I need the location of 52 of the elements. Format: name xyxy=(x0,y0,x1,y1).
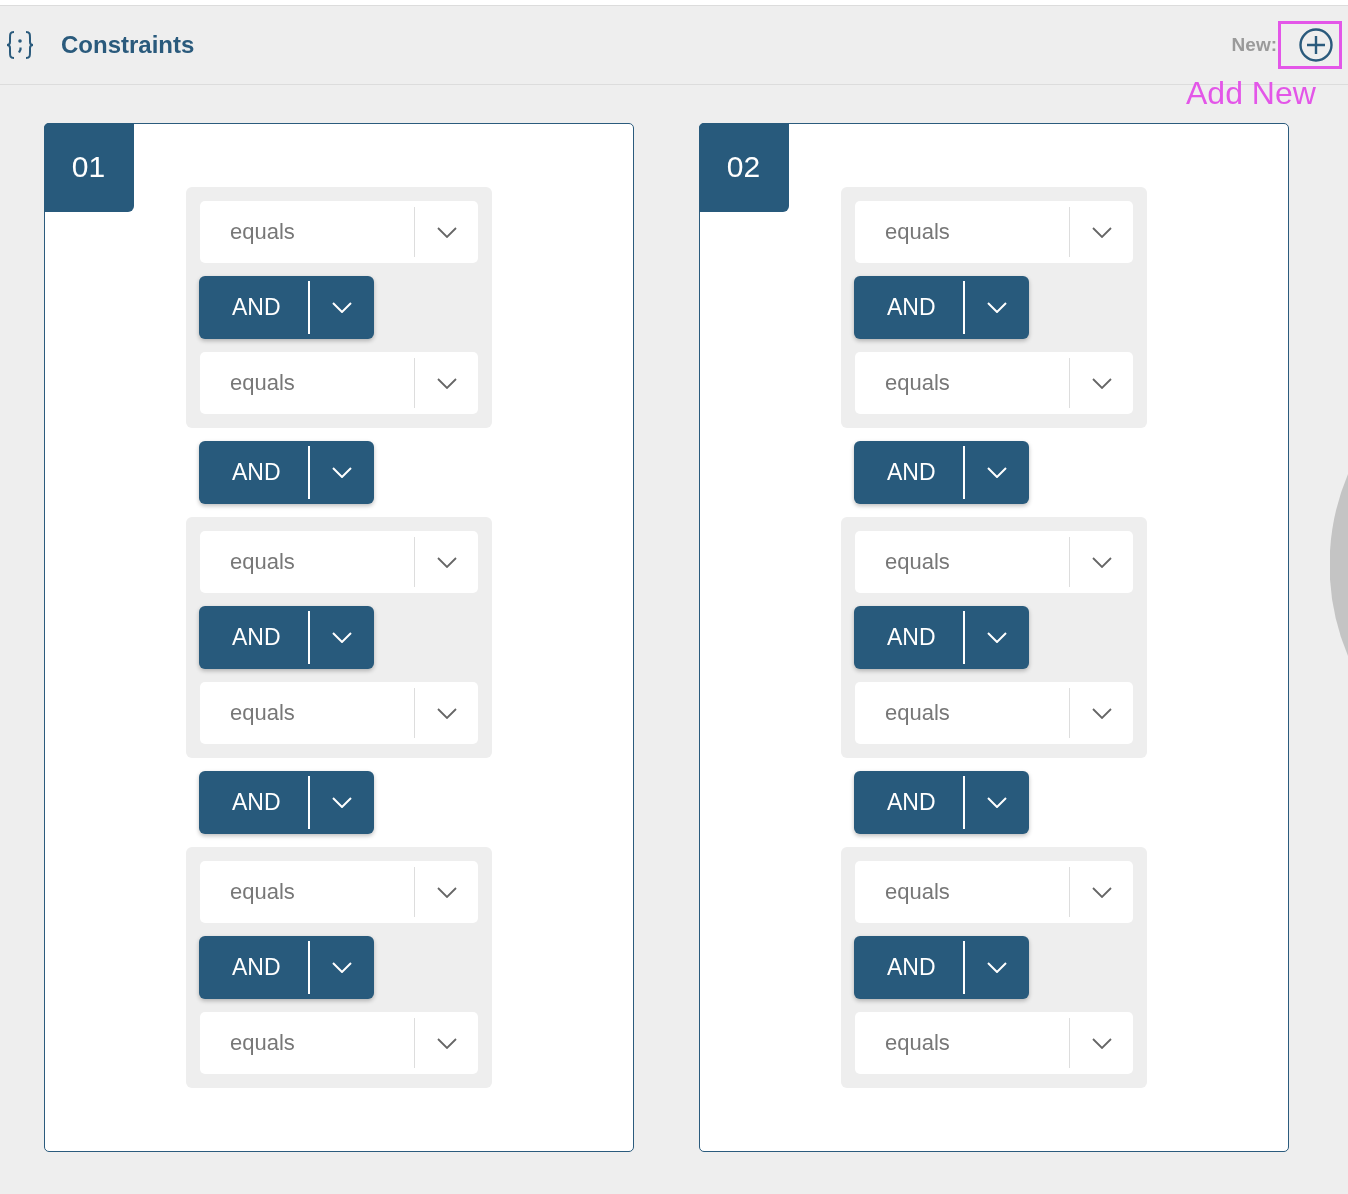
comparison-dropdown[interactable]: equals xyxy=(855,201,1133,263)
comparison-dropdown[interactable]: equals xyxy=(855,861,1133,923)
comparison-dropdown[interactable]: equals xyxy=(200,201,478,263)
add-button[interactable] xyxy=(1299,27,1333,62)
chevron-down-icon xyxy=(332,797,352,808)
chevron-down-icon xyxy=(1091,377,1112,389)
comparison-dropdown[interactable]: equals xyxy=(200,861,478,923)
chevron-down-icon xyxy=(1091,556,1112,568)
chevron-down-icon xyxy=(987,962,1007,973)
comparison-dropdown[interactable]: equals xyxy=(855,682,1133,744)
comparison-dropdown[interactable]: equals xyxy=(855,1012,1133,1074)
chevron-down-icon xyxy=(332,467,352,478)
logic-operator-dropdown[interactable]: AND xyxy=(854,771,1029,834)
chevron-down-icon xyxy=(436,377,457,389)
logic-operator-dropdown[interactable]: AND xyxy=(199,276,374,339)
logic-operator-dropdown[interactable]: AND xyxy=(199,936,374,999)
chevron-down-icon xyxy=(436,886,457,898)
logic-operator-dropdown[interactable]: AND xyxy=(199,771,374,834)
comparison-dropdown[interactable]: equals xyxy=(855,352,1133,414)
comparison-dropdown[interactable]: equals xyxy=(200,352,478,414)
chevron-down-icon xyxy=(1091,886,1112,898)
chevron-down-icon xyxy=(1091,226,1112,238)
logic-operator-dropdown[interactable]: AND xyxy=(199,441,374,504)
logic-operator-dropdown[interactable]: AND xyxy=(854,606,1029,669)
chevron-down-icon xyxy=(436,707,457,719)
new-label: New: xyxy=(1231,33,1277,56)
chevron-down-icon xyxy=(987,302,1007,313)
chevron-down-icon xyxy=(332,302,352,313)
chevron-down-icon xyxy=(1091,707,1112,719)
chevron-down-icon xyxy=(436,556,457,568)
comparison-dropdown[interactable]: equals xyxy=(200,682,478,744)
section-title: Constraints xyxy=(61,30,195,59)
card-number: 02 xyxy=(698,122,789,212)
logic-operator-dropdown[interactable]: AND xyxy=(199,606,374,669)
logic-operator-dropdown[interactable]: AND xyxy=(854,276,1029,339)
logic-operator-dropdown[interactable]: AND xyxy=(854,936,1029,999)
chevron-down-icon xyxy=(332,632,352,643)
chevron-down-icon xyxy=(987,632,1007,643)
comparison-dropdown[interactable]: equals xyxy=(200,531,478,593)
comparison-dropdown[interactable]: equals xyxy=(855,531,1133,593)
card-number: 01 xyxy=(43,122,134,212)
chevron-down-icon xyxy=(987,467,1007,478)
chevron-down-icon xyxy=(332,962,352,973)
comparison-dropdown[interactable]: equals xyxy=(200,1012,478,1074)
chevron-down-icon xyxy=(987,797,1007,808)
logic-operator-dropdown[interactable]: AND xyxy=(854,441,1029,504)
code-braces-icon xyxy=(4,28,36,61)
annotation-label: Add New xyxy=(1186,74,1316,112)
chevron-down-icon xyxy=(1091,1037,1112,1049)
chevron-down-icon xyxy=(436,226,457,238)
plus-circle-icon xyxy=(1299,27,1333,62)
chevron-down-icon xyxy=(436,1037,457,1049)
